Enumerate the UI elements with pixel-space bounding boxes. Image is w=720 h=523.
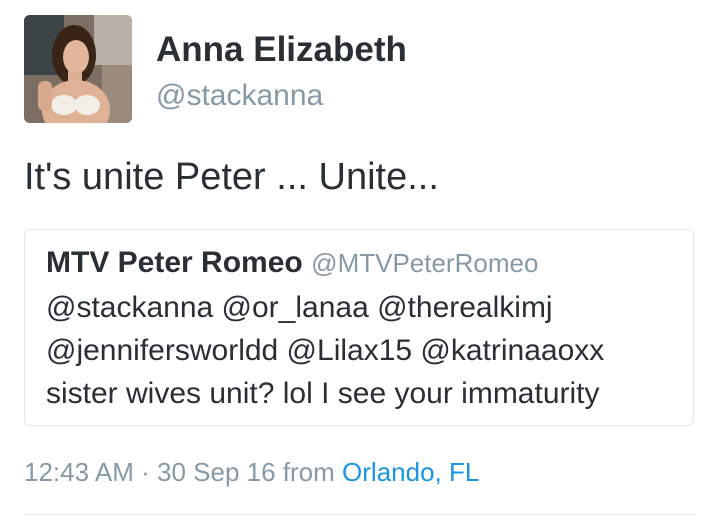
tweet-metadata: 12:43 AM · 30 Sep 16 from Orlando, FL	[24, 455, 479, 489]
tweet-text: It's unite Peter ... Unite...	[24, 156, 439, 198]
avatar-photo	[24, 15, 132, 123]
tweet-location-link[interactable]: Orlando, FL	[342, 457, 479, 487]
tweet-time[interactable]: 12:43 AM	[24, 457, 134, 487]
author-handle[interactable]: @stackanna	[156, 78, 323, 114]
quoted-tweet-handle: @MTVPeterRomeo	[311, 248, 539, 278]
quoted-tweet-text: @stackanna @or_lanaa @therealkimj @jenni…	[46, 286, 686, 415]
avatar[interactable]	[24, 15, 132, 123]
divider	[24, 514, 696, 515]
meta-separator: ·	[141, 457, 150, 487]
author-display-name[interactable]: Anna Elizabeth	[156, 30, 407, 70]
quoted-tweet-card[interactable]: MTV Peter Romeo @MTVPeterRomeo @stackann…	[24, 229, 694, 426]
quoted-tweet-header: MTV Peter Romeo @MTVPeterRomeo	[46, 244, 538, 287]
quoted-tweet-display-name: MTV Peter Romeo	[46, 246, 303, 279]
tweet-date[interactable]: 30 Sep 16	[157, 457, 276, 487]
from-label: from	[282, 457, 335, 487]
quoted-tweet-line: @jennifersworldd @Lilax15 @katrinaaoxx	[46, 334, 605, 367]
quoted-tweet-line: sister wives unit? lol I see your immatu…	[46, 377, 600, 410]
quoted-tweet-line: @stackanna @or_lanaa @therealkimj	[46, 291, 553, 324]
